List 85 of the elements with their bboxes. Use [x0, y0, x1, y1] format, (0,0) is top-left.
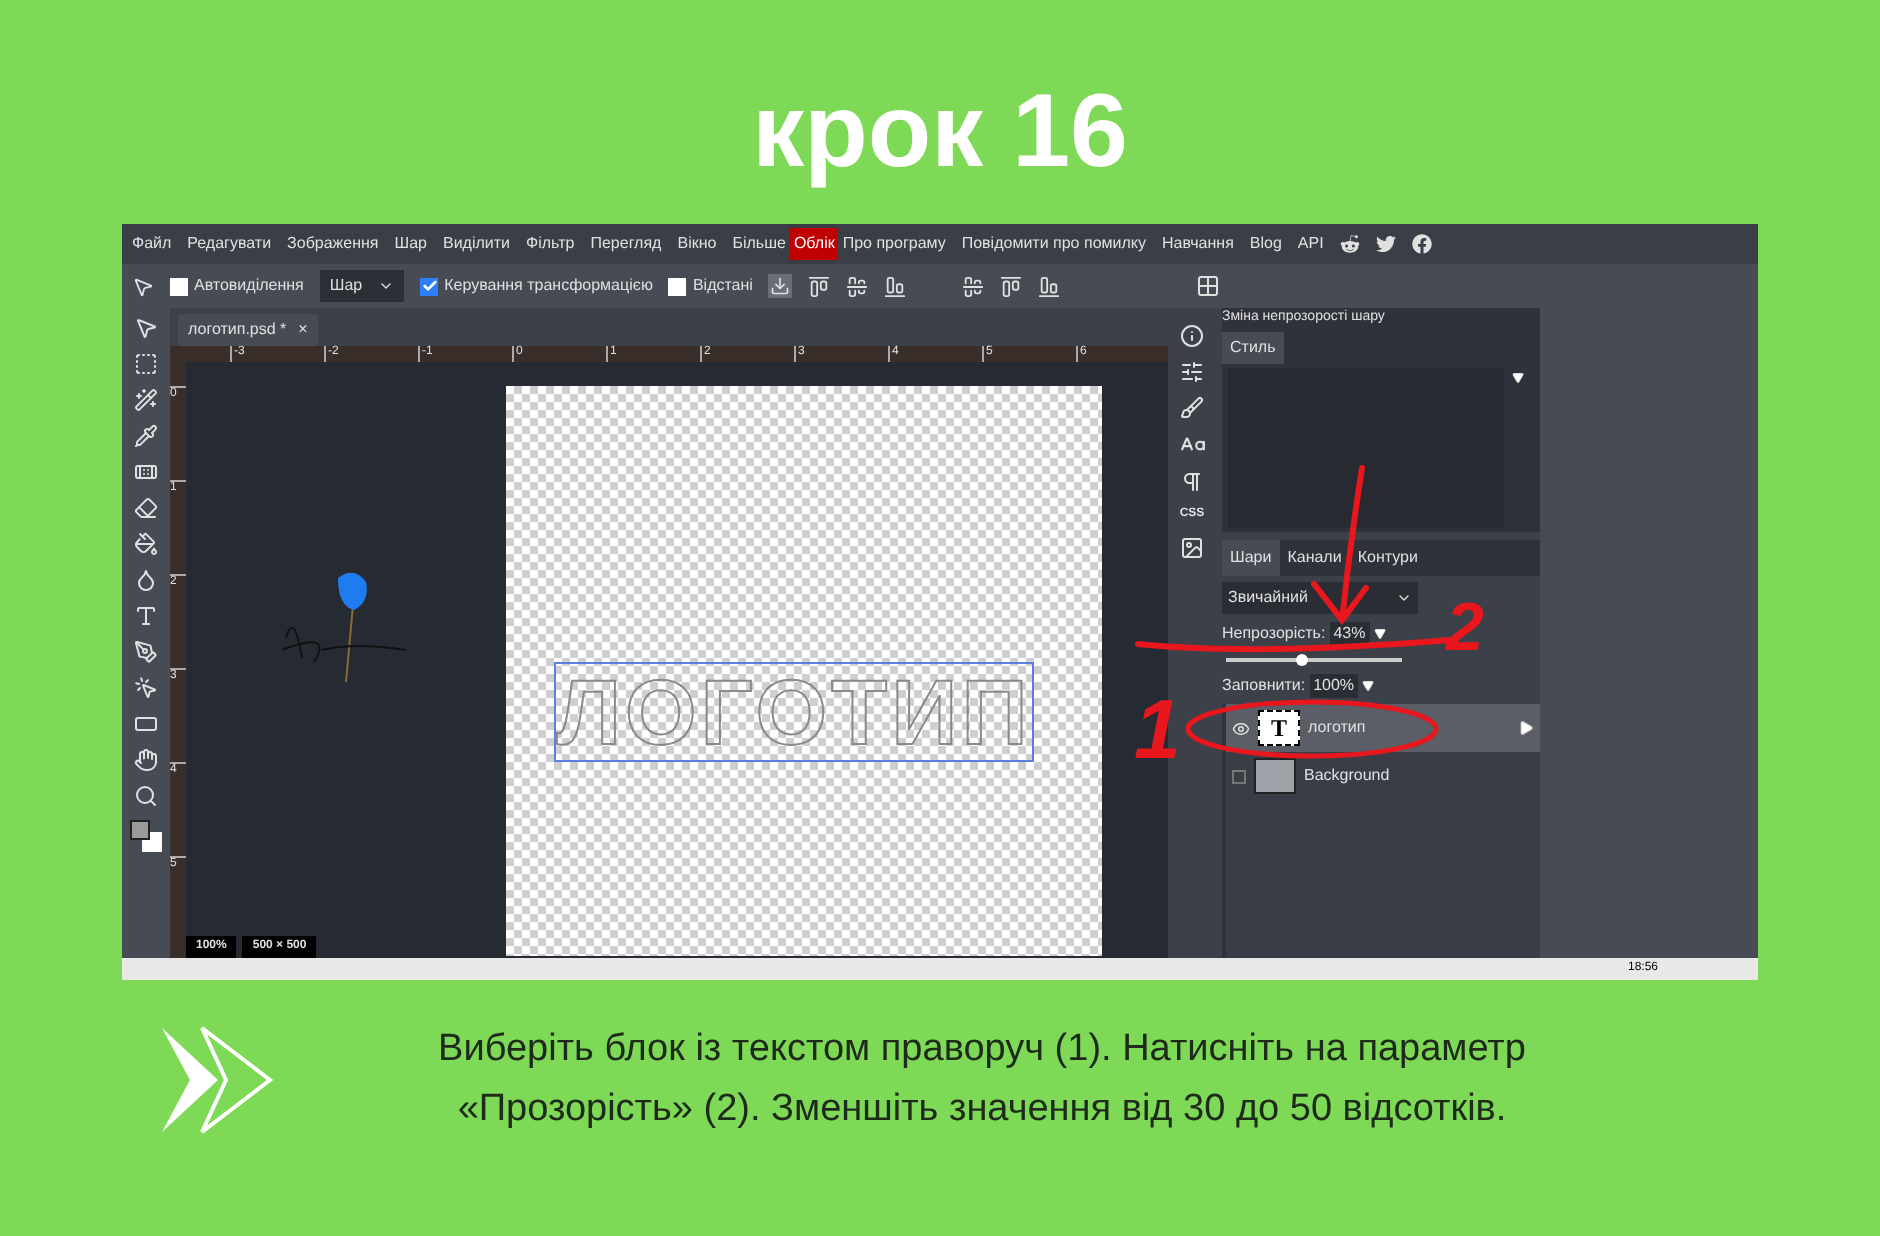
- layer-row[interactable]: Background: [1226, 752, 1540, 800]
- opacity-field[interactable]: 43%: [1329, 622, 1370, 646]
- visibility-checkbox[interactable]: [1232, 769, 1246, 783]
- layers-panel-tab[interactable]: Канали: [1279, 540, 1350, 576]
- checkbox-label: Автовиділення: [194, 274, 304, 298]
- bandage-icon[interactable]: [134, 460, 158, 484]
- menu-item[interactable]: Редагувати: [187, 232, 272, 256]
- brush-icon[interactable]: [1180, 396, 1204, 420]
- annotation-number: 2: [1446, 594, 1484, 662]
- sliders-icon[interactable]: [1180, 360, 1204, 384]
- move-tool-icon[interactable]: [132, 275, 154, 297]
- target-select[interactable]: Шар: [319, 270, 405, 302]
- color-swatches-icon[interactable]: [130, 820, 162, 852]
- instruction-text: Виберіть блок із текстом праворуч (1). Натисніть на параметр «Прозорість» (2). Зменшіть значення від 30 до 50 відсотків.: [436, 1026, 1528, 1134]
- align-icon[interactable]: [808, 275, 831, 297]
- menu-item[interactable]: Файл: [132, 232, 172, 256]
- pointer-icon[interactable]: [134, 676, 158, 700]
- align-icon[interactable]: [962, 275, 985, 297]
- wand-icon[interactable]: [134, 388, 158, 412]
- close-icon[interactable]: ×: [298, 318, 308, 342]
- opacity-label: Непрозорість:: [1222, 622, 1326, 646]
- menu-item[interactable]: Вікно: [677, 232, 717, 256]
- grid-icon[interactable]: [1196, 274, 1221, 298]
- align-icon[interactable]: [1000, 275, 1023, 297]
- download-icon[interactable]: [768, 274, 793, 298]
- alien-head-icon[interactable]: [1339, 234, 1360, 254]
- checkbox-label: Відстані: [692, 274, 753, 298]
- menu-item[interactable]: Повідомити про помилку: [961, 232, 1146, 256]
- image-icon[interactable]: [1180, 536, 1204, 560]
- layer-row[interactable]: T логотип: [1226, 704, 1540, 752]
- menu-item[interactable]: Перегляд: [590, 232, 662, 256]
- drop-icon[interactable]: [134, 568, 158, 592]
- layer-name: логотип: [1308, 716, 1368, 740]
- chevron-down-icon: [1396, 590, 1412, 606]
- checkbox[interactable]: [420, 277, 439, 295]
- move-tool-icon[interactable]: [134, 316, 158, 340]
- pilcrow-icon[interactable]: [1180, 470, 1204, 494]
- chevron-arrow-icon: [158, 1024, 278, 1136]
- type-icon[interactable]: [134, 604, 158, 628]
- pen-icon[interactable]: [134, 640, 158, 664]
- bucket-icon[interactable]: [134, 532, 158, 556]
- menu-item[interactable]: Про програму: [842, 232, 946, 256]
- menu-item[interactable]: Blog: [1249, 232, 1282, 256]
- menu-item[interactable]: Зображення: [287, 232, 379, 256]
- hand-icon[interactable]: [134, 748, 158, 772]
- layer-thumbnail: [1254, 758, 1296, 794]
- eye-icon[interactable]: [1232, 719, 1250, 737]
- annotation-number: 1: [1134, 688, 1181, 772]
- menu-item[interactable]: Шар: [394, 232, 427, 256]
- eraser-icon[interactable]: [134, 496, 158, 520]
- layer-name: Background: [1304, 764, 1392, 788]
- checkbox[interactable]: [170, 277, 188, 295]
- style-tab[interactable]: Стиль: [1222, 332, 1284, 364]
- blend-mode-select[interactable]: Звичайний: [1222, 582, 1418, 614]
- align-icon[interactable]: [1038, 275, 1061, 297]
- play-icon[interactable]: [1518, 720, 1534, 736]
- document-tab[interactable]: логотип.psd * ×: [178, 314, 318, 346]
- search-icon[interactable]: [134, 784, 158, 808]
- fill-label: Заповнити:: [1222, 674, 1306, 698]
- eyedropper-icon[interactable]: [134, 424, 158, 448]
- dropdown-icon[interactable]: [1362, 680, 1375, 692]
- slider-thumb[interactable]: [1295, 654, 1308, 666]
- marquee-icon[interactable]: [134, 352, 158, 376]
- info-icon[interactable]: [1180, 324, 1204, 348]
- menu-item[interactable]: Виділити: [443, 232, 511, 256]
- layers-panel-tab[interactable]: Шари: [1222, 540, 1280, 576]
- layers-panel-tab[interactable]: Контури: [1349, 540, 1426, 576]
- fill-field[interactable]: 100%: [1309, 674, 1359, 698]
- rectangle-icon[interactable]: [134, 712, 158, 736]
- menu-item[interactable]: API: [1297, 232, 1324, 256]
- slide-title: крок 16: [752, 80, 1128, 194]
- facebook-icon[interactable]: [1411, 234, 1432, 254]
- dropdown-icon[interactable]: [1512, 372, 1524, 384]
- menu-item[interactable]: Більше: [732, 232, 786, 256]
- dropdown-icon[interactable]: [1373, 628, 1386, 640]
- menu-item[interactable]: Навчання: [1162, 232, 1234, 256]
- layer-thumbnail: T: [1258, 710, 1300, 746]
- align-icon[interactable]: [884, 275, 907, 297]
- menu-item[interactable]: Облік: [789, 228, 839, 260]
- align-icon[interactable]: [846, 275, 869, 297]
- checkbox-label: Керування трансформацією: [444, 274, 653, 298]
- checkbox[interactable]: [668, 277, 687, 295]
- chevron-down-icon: [378, 278, 395, 294]
- bird-icon[interactable]: [1375, 234, 1396, 254]
- menu-item[interactable]: Фільтр: [526, 232, 575, 256]
